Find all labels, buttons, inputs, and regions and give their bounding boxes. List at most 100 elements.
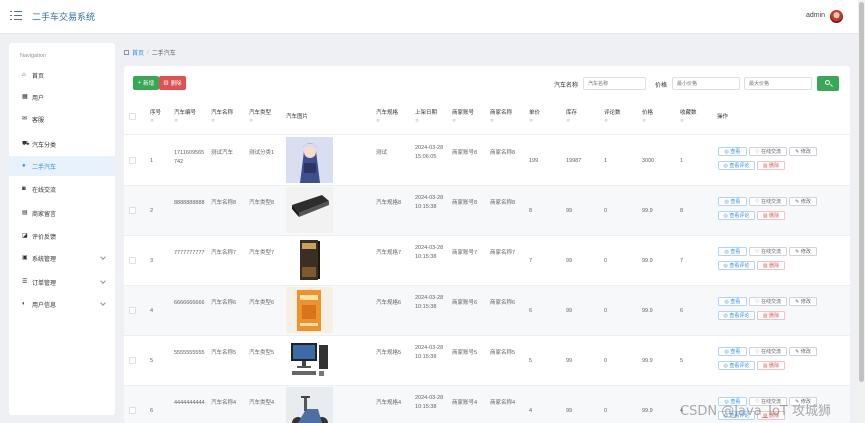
view-button[interactable]: ◎ 查看 [718,297,747,306]
sort-icon[interactable]: ≑ [150,117,161,125]
column-header[interactable]: 汽车类型 ≑ [249,99,271,135]
car-thumbnail[interactable] [286,187,333,233]
sort-icon[interactable]: ≑ [680,117,697,125]
column-header[interactable]: 汽车名称 ≑ [211,99,233,135]
column-header[interactable]: 商家账号 ≑ [452,99,474,135]
delete-button-label: 删除 [769,363,780,369]
column-header[interactable]: 收藏数 ≑ [680,99,697,135]
row-checkbox[interactable] [129,257,136,264]
breadcrumb-home[interactable]: 首页 [132,48,144,57]
column-header[interactable]: 商家名称 ≑ [490,99,512,135]
column-header[interactable]: 序号 ≑ [150,99,161,135]
sidebar-item[interactable]: ⌂ 首页 [9,65,115,85]
column-header[interactable]: 汽车编号 ≑ [174,99,196,135]
row-checkbox[interactable] [129,157,136,164]
listing-date: 2024-03-28 10:15:38 [415,295,444,310]
sidebar-item[interactable]: ◪ 评价反馈 [9,226,115,246]
sidebar-item[interactable]: ● 二手汽车 [9,156,115,176]
sidebar-item[interactable]: ✉ 客服 [9,109,115,129]
row-checkbox[interactable] [129,307,136,314]
car-type: 汽车类型4 [249,400,275,406]
edit-button[interactable]: ✎ 修改 [789,197,817,206]
menu-toggle-icon[interactable] [10,11,22,21]
search-button[interactable] [817,76,839,91]
sort-icon[interactable]: ≑ [415,117,437,125]
eye-icon: ◎ [724,298,729,305]
view-comments-button[interactable]: ◎ 查看评论 [718,361,755,370]
sort-icon[interactable]: ≑ [566,117,577,125]
column-header[interactable]: 单价 ≑ [529,99,540,135]
chat-button[interactable]: ♡ 在线交流 [749,347,787,356]
view-comments-button[interactable]: ◎ 查看评论 [718,211,755,220]
row-index: 1 [150,158,154,164]
column-header[interactable]: 汽车规格 ≑ [376,99,398,135]
chat-button-label: 在线交流 [760,199,781,205]
edit-button[interactable]: ✎ 修改 [789,147,817,156]
delete-button[interactable]: ▥ 删除 [757,261,785,270]
sort-icon[interactable]: ≑ [211,117,233,125]
chat-button[interactable]: ♡ 在线交流 [749,297,787,306]
sidebar-item[interactable]: ▦ 用户 [9,87,115,107]
user-name[interactable]: admin [806,12,825,19]
view-button[interactable]: ◎ 查看 [718,247,747,256]
min-price-input[interactable] [672,77,740,90]
chat-button[interactable]: ♡ 在线交流 [749,197,787,206]
view-button[interactable]: ◎ 查看 [718,347,747,356]
sidebar-item[interactable]: ▤ 商家留言 [9,203,115,223]
sidebar-item[interactable]: ◙ 在线交流 [9,179,115,199]
sort-icon[interactable]: ≑ [529,117,540,125]
delete-button[interactable]: ▥ 删除 [757,311,785,320]
column-header[interactable]: 价格 ≑ [642,99,653,135]
car-thumbnail[interactable] [286,287,333,333]
view-comments-button[interactable]: ◎ 查看评论 [718,261,755,270]
eye-icon: ◎ [723,312,728,319]
view-comments-button[interactable]: ◎ 查看评论 [718,311,755,320]
max-price-input[interactable] [744,77,812,90]
edit-button[interactable]: ✎ 修改 [789,247,817,256]
view-comments-button[interactable]: ◎ 查看评论 [718,161,755,170]
car-thumbnail[interactable] [286,387,333,423]
scrollbar-thumb[interactable] [859,2,864,382]
delete-button[interactable]: ▥ 删除 [757,211,785,220]
sidebar-item[interactable]: ⛟ 汽车分类 [9,134,115,154]
sidebar-item[interactable]: ◐ 用户信息 [9,294,115,314]
sort-icon[interactable]: ≑ [604,117,621,125]
edit-button[interactable]: ✎ 修改 [789,297,817,306]
sort-icon[interactable]: ≑ [490,117,512,125]
delete-button[interactable]: ▥ 删除 [757,361,785,370]
sort-icon[interactable]: ≑ [452,117,474,125]
chat-button[interactable]: ♡ 在线交流 [749,147,787,156]
car-thumbnail[interactable] [286,137,333,183]
sort-icon[interactable]: ≑ [174,117,196,125]
name-search-input[interactable] [583,77,646,90]
column-header[interactable]: 库存 ≑ [566,99,577,135]
page-scrollbar[interactable] [858,0,865,423]
view-button[interactable]: ◎ 查看 [718,197,747,206]
add-button[interactable]: + 新增 [133,76,159,90]
row-checkbox[interactable] [129,357,136,364]
car-thumbnail[interactable] [286,237,333,283]
sidebar-item[interactable]: ▣ 系统管理 [9,248,115,268]
view-button[interactable]: ◎ 查看 [718,147,747,156]
row-checkbox[interactable] [129,407,136,414]
sort-icon[interactable]: ≑ [249,117,271,125]
sort-icon[interactable]: ≑ [376,117,398,125]
car-thumbnail[interactable] [286,337,333,383]
row-checkbox[interactable] [129,207,136,214]
chevron-down-icon [100,278,106,284]
select-all-checkbox[interactable] [129,113,136,120]
sort-icon[interactable]: ≑ [642,117,653,125]
batch-delete-button[interactable]: ▥ 删除 [159,76,186,90]
avatar[interactable] [830,10,843,23]
column-header[interactable]: 评论数 ≑ [604,99,621,135]
column-header-label: 汽车图片 [286,114,309,120]
column-header-label: 汽车名称 [211,110,234,116]
mail-icon: ✉ [22,115,28,122]
edit-button[interactable]: ✎ 修改 [789,347,817,356]
sidebar-item[interactable]: ☰ 订单管理 [9,272,115,292]
chat-button[interactable]: ♡ 在线交流 [749,247,787,256]
edit-button-label: 修改 [800,149,811,155]
column-header[interactable]: 上架日期 ≑ [415,99,437,135]
delete-button[interactable]: ▥ 删除 [757,161,785,170]
trash-icon: ▥ [762,212,768,219]
